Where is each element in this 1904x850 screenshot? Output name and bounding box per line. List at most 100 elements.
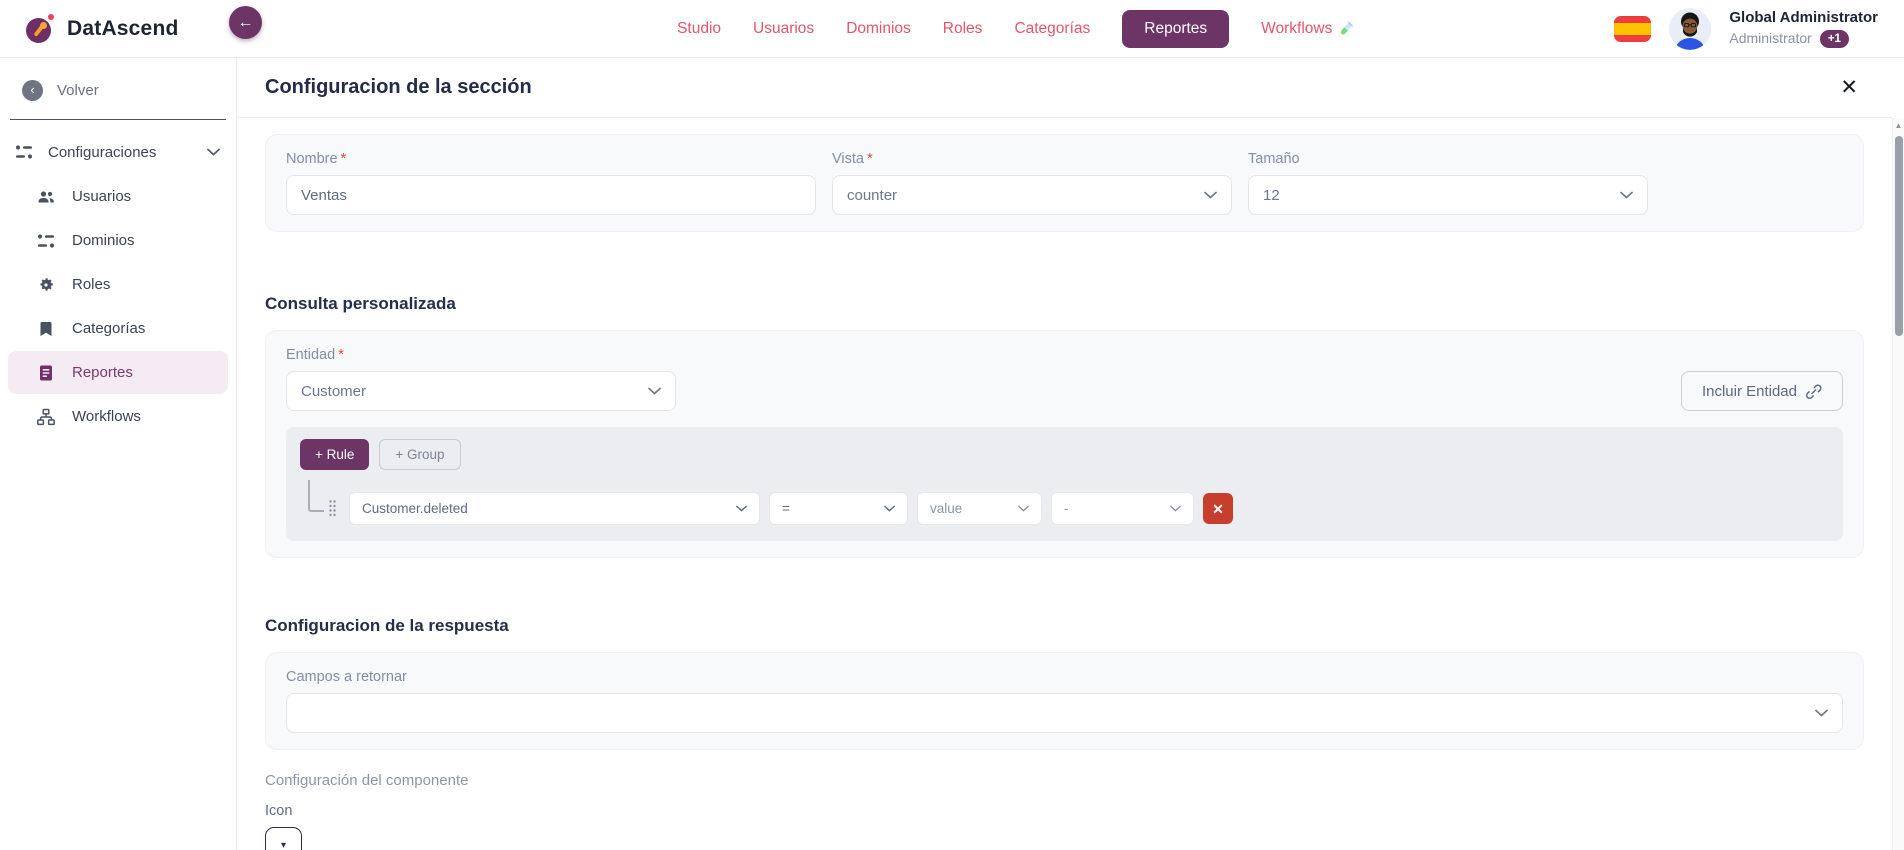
flaky-icon bbox=[36, 231, 58, 251]
sidebar-item-label: Usuarios bbox=[72, 188, 132, 205]
sidebar-item-label: Categorías bbox=[72, 320, 146, 337]
back-button[interactable]: ‹ Volver bbox=[0, 68, 236, 115]
flaky-icon bbox=[14, 142, 36, 162]
bookmark-icon bbox=[36, 319, 58, 339]
sidebar-collapse-button[interactable]: ← bbox=[229, 6, 262, 39]
nombre-field-group: Nombre * bbox=[286, 151, 816, 215]
response-card: Campos a retornar bbox=[265, 652, 1864, 750]
sidebar-item-dominios[interactable]: Dominios bbox=[8, 219, 228, 262]
tamano-select[interactable]: 12 bbox=[1248, 175, 1648, 215]
sidebar-item-label: Workflows bbox=[72, 408, 141, 425]
vista-field-group: Vista * counter bbox=[832, 151, 1232, 215]
close-icon: ✕ bbox=[1212, 500, 1224, 517]
rule-value-select[interactable]: - bbox=[1051, 492, 1194, 525]
app-logo: DatAscend bbox=[26, 13, 179, 44]
page-title: Configuracion de la sección bbox=[265, 76, 532, 98]
nav-roles[interactable]: Roles bbox=[943, 20, 983, 38]
sidebar-section-label: Configuraciones bbox=[48, 143, 157, 161]
scroll-up-arrow-icon[interactable]: ▲ bbox=[1893, 118, 1904, 130]
sidebar-item-label: Roles bbox=[72, 276, 111, 293]
app-name: DatAscend bbox=[67, 16, 179, 40]
nav-reportes-active[interactable]: Reportes bbox=[1122, 9, 1230, 48]
chevron-down-icon bbox=[736, 505, 747, 512]
add-group-button[interactable]: + Group bbox=[379, 439, 461, 470]
top-header: DatAscend Studio Usuarios Dominios Roles… bbox=[0, 0, 1904, 58]
test-tube-icon bbox=[1338, 21, 1354, 37]
chevron-left-icon: ‹ bbox=[22, 80, 43, 101]
tree-connector bbox=[308, 479, 324, 512]
panel-header: Configuracion de la sección ✕ bbox=[237, 58, 1892, 118]
workflow-icon bbox=[36, 407, 58, 427]
icon-picker-button[interactable]: ▾ bbox=[265, 827, 302, 850]
delete-rule-button[interactable]: ✕ bbox=[1203, 493, 1233, 524]
tamano-label: Tamaño bbox=[1248, 151, 1300, 167]
chevron-down-icon bbox=[1204, 191, 1217, 199]
report-icon bbox=[36, 363, 58, 383]
vista-select[interactable]: counter bbox=[832, 175, 1232, 215]
chevron-down-icon bbox=[1815, 709, 1828, 717]
nav-studio[interactable]: Studio bbox=[677, 20, 721, 38]
chevron-down-icon bbox=[648, 387, 661, 395]
sidebar-section-configuraciones[interactable]: Configuraciones bbox=[0, 130, 236, 174]
entidad-field-group: Entidad * Customer bbox=[286, 347, 676, 411]
rule-value-type-select[interactable]: value bbox=[917, 492, 1042, 525]
sidebar-item-categorias[interactable]: Categorías bbox=[8, 307, 228, 350]
top-nav: Studio Usuarios Dominios Roles Categoría… bbox=[677, 9, 1354, 48]
chevron-down-icon bbox=[1620, 191, 1633, 199]
back-label: Volver bbox=[57, 82, 99, 99]
nav-categorias[interactable]: Categorías bbox=[1014, 20, 1090, 38]
include-entity-button[interactable]: Incluir Entidad bbox=[1680, 371, 1843, 411]
nav-workflows[interactable]: Workflows bbox=[1261, 20, 1332, 38]
header-right-group: Global Administrator Administrator +1 bbox=[1614, 7, 1878, 50]
scrollbar-thumb[interactable] bbox=[1895, 136, 1903, 336]
response-section-heading: Configuracion de la respuesta bbox=[265, 616, 509, 635]
chevron-down-icon bbox=[1170, 505, 1181, 512]
query-card: Entidad * Customer Incluir Entidad + Rul… bbox=[265, 330, 1864, 558]
nav-usuarios[interactable]: Usuarios bbox=[753, 20, 814, 38]
sidebar-item-label: Dominios bbox=[72, 232, 135, 249]
chevron-down-icon bbox=[884, 505, 895, 512]
tamano-field-group: Tamaño 12 bbox=[1248, 151, 1648, 215]
sidebar-item-roles[interactable]: Roles bbox=[8, 263, 228, 306]
nombre-label: Nombre * bbox=[286, 151, 347, 167]
rule-operator-select[interactable]: = bbox=[769, 492, 908, 525]
role-count-badge[interactable]: +1 bbox=[1819, 29, 1849, 49]
sidebar-divider bbox=[10, 119, 226, 120]
vista-label: Vista * bbox=[832, 151, 873, 167]
chevron-down-icon bbox=[207, 148, 220, 156]
close-icon: ✕ bbox=[1840, 76, 1858, 99]
section-config-panel: Configuracion de la sección ✕ Nombre* Vi… bbox=[237, 58, 1892, 850]
drag-handle-icon[interactable] bbox=[328, 499, 337, 518]
query-section-heading: Consulta personalizada bbox=[265, 294, 456, 313]
rule-field-select[interactable]: Customer.deleted bbox=[349, 492, 760, 525]
nav-dominios[interactable]: Dominios bbox=[846, 20, 911, 38]
spain-flag-icon[interactable] bbox=[1614, 15, 1652, 42]
app-logo-icon bbox=[26, 13, 56, 44]
sidebar-item-workflows[interactable]: Workflows bbox=[8, 395, 228, 438]
user-name: Global Administrator bbox=[1729, 8, 1878, 26]
users-icon bbox=[36, 187, 58, 207]
add-rule-button[interactable]: + Rule bbox=[300, 439, 370, 470]
component-config-label: Configuración del componente bbox=[265, 772, 469, 789]
required-asterisk: * bbox=[338, 347, 344, 363]
campos-a-retornar-select[interactable] bbox=[286, 693, 1843, 733]
rule-row: Customer.deleted = value - ✕ bbox=[300, 479, 1829, 525]
entidad-label: Entidad * bbox=[286, 347, 344, 363]
user-block: Global Administrator Administrator +1 bbox=[1729, 8, 1878, 49]
required-asterisk: * bbox=[340, 151, 347, 167]
vertical-scrollbar[interactable]: ▲ bbox=[1892, 118, 1904, 850]
campos-label: Campos a retornar bbox=[286, 669, 407, 685]
caret-down-icon: ▾ bbox=[280, 840, 287, 850]
close-panel-button[interactable]: ✕ bbox=[1834, 75, 1864, 100]
sidebar: ‹ Volver Configuraciones Usuarios Domini… bbox=[0, 58, 237, 850]
section-fields-card: Nombre* Vista* counter bbox=[265, 134, 1864, 232]
sidebar-item-reportes[interactable]: Reportes bbox=[8, 351, 228, 394]
user-role: Administrator bbox=[1729, 30, 1812, 47]
entidad-select[interactable]: Customer bbox=[286, 371, 676, 411]
link-icon bbox=[1805, 383, 1822, 400]
gear-icon bbox=[36, 275, 58, 295]
avatar[interactable] bbox=[1669, 7, 1712, 50]
required-asterisk: * bbox=[866, 151, 873, 167]
nombre-input[interactable] bbox=[286, 175, 816, 215]
sidebar-item-usuarios[interactable]: Usuarios bbox=[8, 175, 228, 218]
